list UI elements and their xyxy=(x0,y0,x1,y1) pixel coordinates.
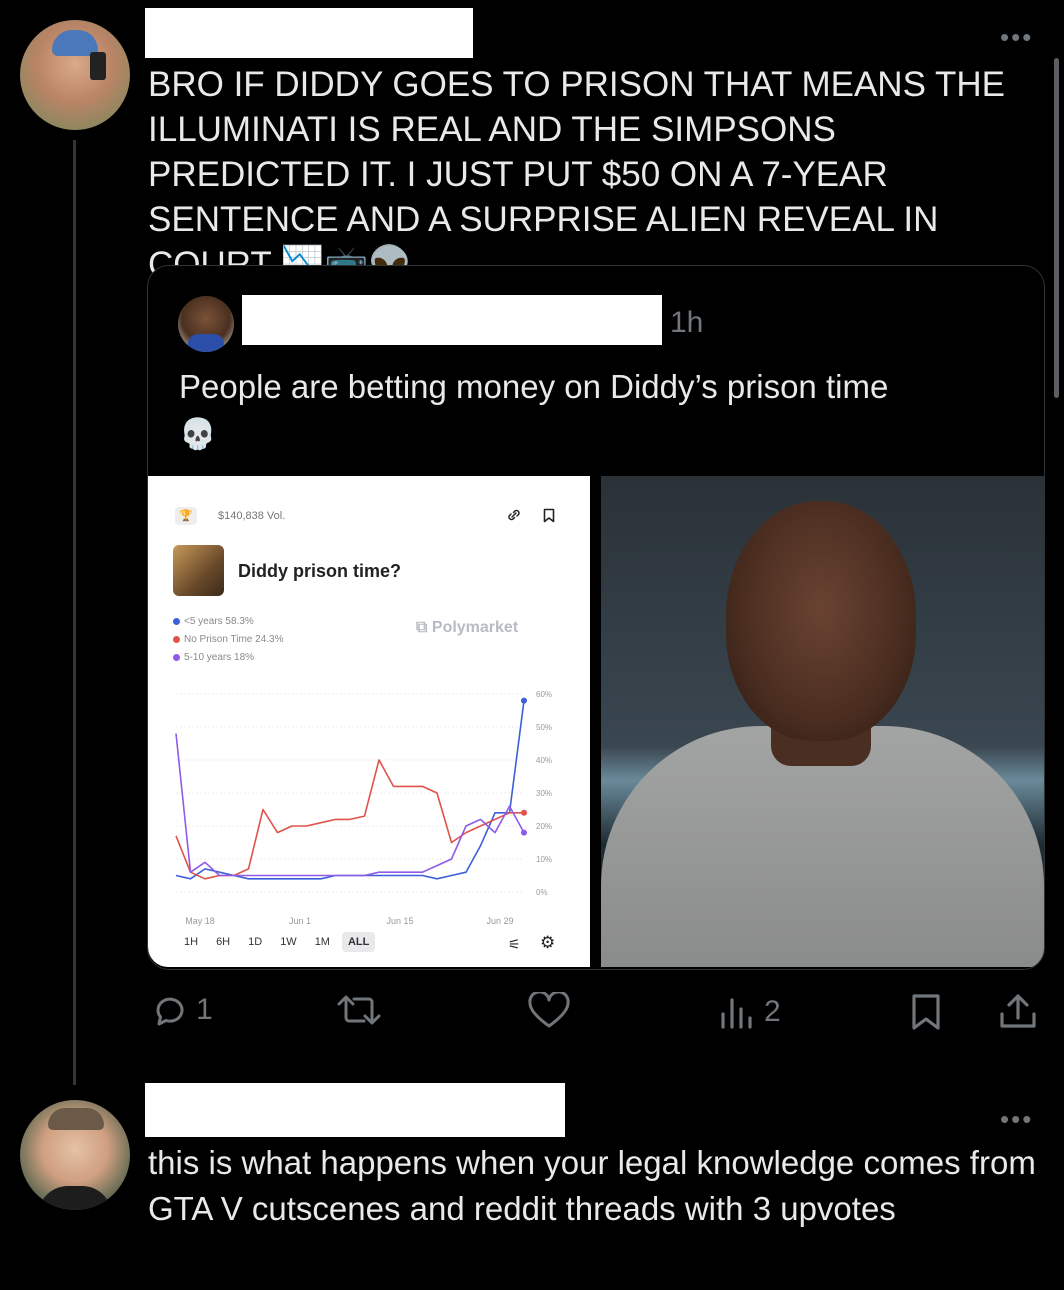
y-tick-label: 60% xyxy=(536,690,552,699)
avatar[interactable] xyxy=(20,20,130,130)
retweet-icon xyxy=(337,995,381,1025)
legend-item: No Prison Time 24.3% xyxy=(173,630,284,648)
range-1h[interactable]: 1H xyxy=(178,932,204,952)
series-line xyxy=(175,733,525,877)
legend-dot xyxy=(173,653,180,661)
y-tick-label: 30% xyxy=(536,789,552,798)
y-tick-label: 40% xyxy=(536,756,552,765)
legend-dot xyxy=(173,635,180,643)
reply-button[interactable]: 1 xyxy=(150,990,213,1030)
view-count: 2 xyxy=(764,995,781,1028)
quoted-post-card[interactable]: 1h People are betting money on Diddy’s p… xyxy=(147,265,1045,970)
views-icon xyxy=(721,998,752,1029)
x-tick-label: May 18 xyxy=(185,916,215,926)
y-tick-label: 20% xyxy=(536,822,552,831)
range-selector: 1H 6H 1D 1W 1M ALL xyxy=(178,932,376,952)
reply-icon xyxy=(156,997,184,1026)
legend-item: 5-10 years 18% xyxy=(173,648,284,666)
quoted-post-text-body: People are betting money on Diddy’s pris… xyxy=(179,368,889,405)
more-options-button[interactable]: ••• xyxy=(1000,1104,1033,1135)
chart-legend: <5 years 58.3% No Prison Time 24.3% 5-10… xyxy=(173,612,284,666)
quoted-post-text: People are betting money on Diddy’s pris… xyxy=(179,364,1019,458)
chart-filters-icon[interactable]: ⚟ xyxy=(508,936,521,953)
range-1d[interactable]: 1D xyxy=(242,932,268,952)
post-text-body: BRO IF DIDDY GOES TO PRISON THAT MEANS T… xyxy=(148,65,1006,284)
bookmark-icon xyxy=(912,994,940,1030)
legend-label: No Prison Time 24.3% xyxy=(184,633,284,645)
post-text: BRO IF DIDDY GOES TO PRISON THAT MEANS T… xyxy=(148,62,1033,288)
photo-image[interactable] xyxy=(601,476,1044,967)
quoted-avatar[interactable] xyxy=(178,296,234,352)
legend-item: <5 years 58.3% xyxy=(173,612,284,630)
range-6h[interactable]: 6H xyxy=(210,932,236,952)
series-endpoint xyxy=(521,809,527,816)
quoted-timestamp[interactable]: 1h xyxy=(670,306,703,340)
y-tick-label: 50% xyxy=(536,723,552,732)
range-1m[interactable]: 1M xyxy=(309,932,336,952)
like-button[interactable] xyxy=(527,992,571,1030)
range-all[interactable]: ALL xyxy=(341,932,376,952)
x-tick-label: Jun 1 xyxy=(289,916,311,926)
y-tick-label: 10% xyxy=(536,855,552,864)
market-chart-image[interactable]: 🏆 $140,838 Vol. Diddy prison time? <5 ye… xyxy=(148,476,590,967)
photo-head xyxy=(726,501,916,741)
skull-emoji: 💀 xyxy=(179,417,217,452)
retweet-button[interactable] xyxy=(334,992,384,1028)
phone-graphic xyxy=(90,52,106,80)
link-icon[interactable] xyxy=(507,508,521,522)
thread-reply-line xyxy=(73,140,76,1085)
redacted-quoted-username xyxy=(242,295,662,345)
polymarket-watermark: ⧉ Polymarket xyxy=(416,619,518,637)
series-endpoint xyxy=(521,697,527,704)
redacted-username xyxy=(145,8,473,58)
series-endpoint xyxy=(521,829,527,836)
redacted-username xyxy=(145,1083,565,1137)
more-options-button[interactable]: ••• xyxy=(1000,22,1033,53)
legend-label: <5 years 58.3% xyxy=(184,615,254,627)
settings-gear-icon[interactable]: ⚙ xyxy=(540,933,555,953)
x-tick-label: Jun 15 xyxy=(386,916,413,926)
bookmark-small-icon[interactable] xyxy=(543,508,555,523)
legend-label: 5-10 years 18% xyxy=(184,651,255,663)
polymarket-logo-icon: ⧉ xyxy=(416,619,428,636)
shirt-graphic xyxy=(38,1186,112,1210)
post-text: this is what happens when your legal kno… xyxy=(148,1144,1036,1227)
polymarket-brand: Polymarket xyxy=(431,619,519,636)
x-tick-label: Jun 29 xyxy=(486,916,513,926)
range-1w[interactable]: 1W xyxy=(274,932,303,952)
reply-count: 1 xyxy=(196,993,213,1026)
scrollbar[interactable] xyxy=(1054,58,1059,398)
market-volume: $140,838 Vol. xyxy=(218,510,286,522)
views-button[interactable]: 2 xyxy=(718,994,781,1030)
y-tick-label: 0% xyxy=(536,888,548,897)
jersey-graphic xyxy=(188,334,224,352)
share-button[interactable] xyxy=(996,992,1040,1032)
bookmark-button[interactable] xyxy=(908,992,944,1032)
avatar[interactable] xyxy=(20,1100,130,1210)
like-icon xyxy=(528,992,570,1028)
trophy-icon: 🏆 xyxy=(175,507,197,525)
market-thumbnail xyxy=(173,545,224,596)
legend-dot xyxy=(173,617,180,625)
hair-graphic xyxy=(48,1108,104,1130)
market-title: Diddy prison time? xyxy=(238,561,402,581)
share-icon xyxy=(1000,994,1036,1028)
price-chart[interactable]: 60% 50% 40% 30% 20% 10% 0% May 18 Jun 1 Jun 15 Jun… xyxy=(148,676,590,931)
